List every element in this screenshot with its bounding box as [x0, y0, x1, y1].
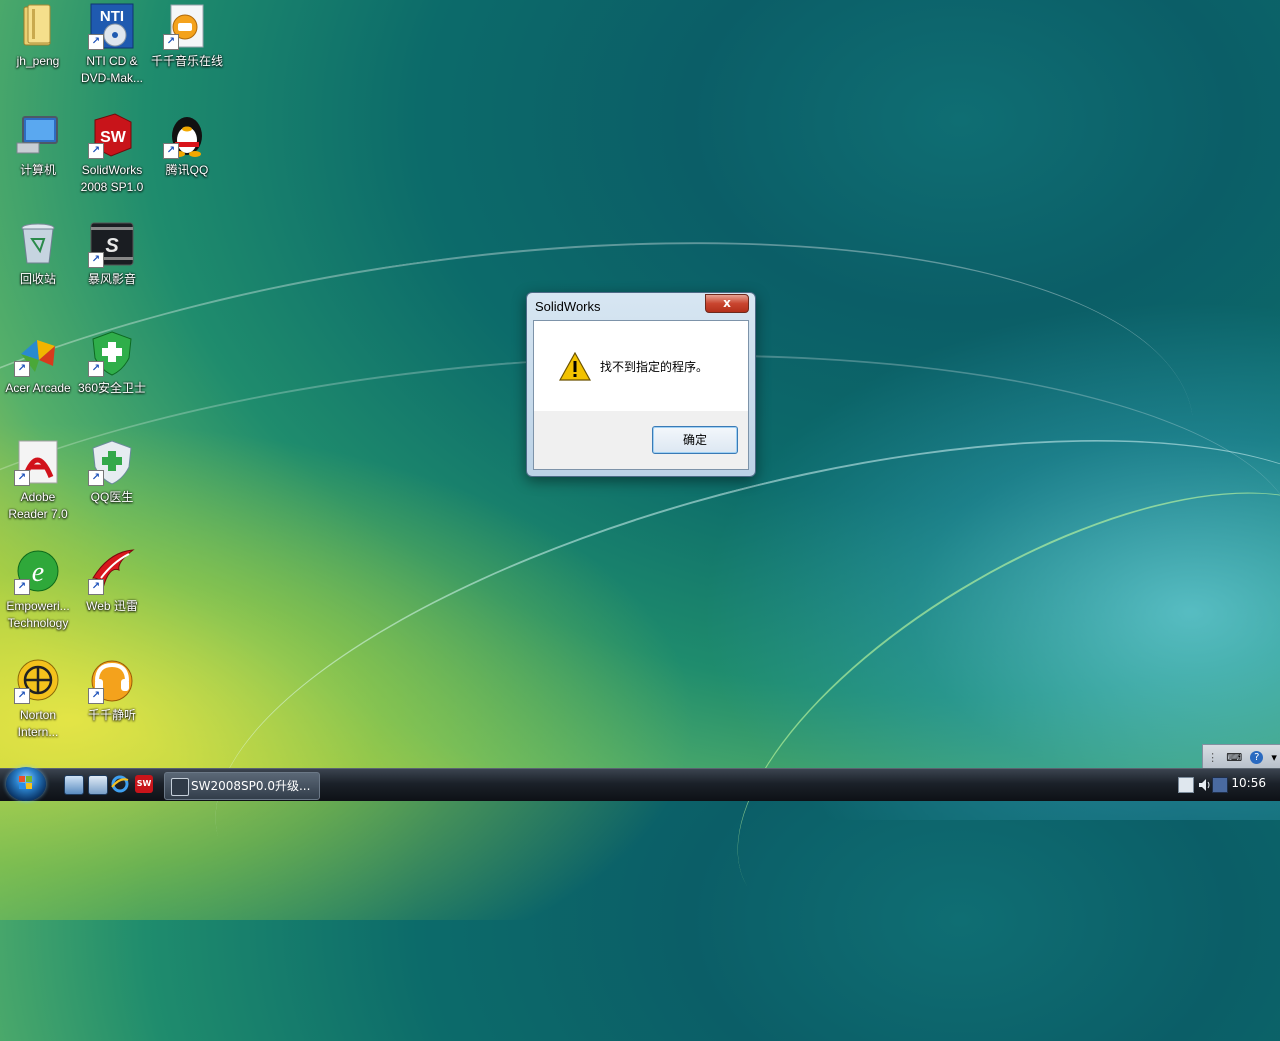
- desktop-icon-recycle-bin[interactable]: 回收站: [0, 220, 76, 288]
- message-dialog: SolidWorks x 找不到指定的程序。 确定: [526, 292, 756, 477]
- qq-penguin-icon: ↗: [163, 111, 211, 159]
- network-icon[interactable]: [1178, 777, 1194, 793]
- desktop-icon-acer-arcade[interactable]: ↗ Acer Arcade: [0, 329, 76, 397]
- desktop-icon-label: NTI CD & DVD-Mak...: [80, 54, 143, 85]
- shortcut-arrow-icon: ↗: [88, 579, 104, 595]
- nti-disc-icon: NTI ↗: [88, 2, 136, 50]
- 360-shield-icon: ↗: [88, 329, 136, 377]
- desktop-icon-nti[interactable]: NTI ↗ NTI CD & DVD-Mak...: [74, 2, 150, 87]
- speaker-icon[interactable]: [1198, 777, 1212, 791]
- close-icon: x: [723, 296, 731, 310]
- desktop-icon-qq[interactable]: ↗ 腾讯QQ: [149, 111, 225, 179]
- dialog-message-area: 找不到指定的程序。: [534, 321, 748, 411]
- shortcut-arrow-icon: ↗: [88, 361, 104, 377]
- taskbar-button-sw2008[interactable]: SW2008SP0.0升级...: [164, 772, 320, 800]
- desktop-icon-label: Empoweri... Technology: [6, 599, 70, 630]
- desktop-icon-label: 回收站: [19, 272, 56, 286]
- desktop-icon-label: Web 迅雷: [86, 599, 138, 613]
- desktop-icon-solidworks[interactable]: SW ↗ SolidWorks 2008 SP1.0: [74, 111, 150, 196]
- shortcut-arrow-icon: ↗: [14, 361, 30, 377]
- taskbar-button-label: SW2008SP0.0升级...: [191, 779, 311, 793]
- desktop-icon-label: jh_peng: [16, 54, 60, 68]
- taskbar: SW SW2008SP0.0升级... 10:56: [0, 767, 1280, 801]
- dialog-message: 找不到指定的程序。: [600, 360, 709, 374]
- dialog-title: SolidWorks: [535, 299, 601, 314]
- storm-player-icon: S ↗: [88, 220, 136, 268]
- shortcut-arrow-icon: ↗: [88, 688, 104, 704]
- chevron-down-icon[interactable]: ▾: [1271, 751, 1277, 764]
- shortcut-arrow-icon: ↗: [88, 143, 104, 159]
- start-button[interactable]: [6, 767, 46, 801]
- solidworks-icon: SW ↗: [88, 111, 136, 159]
- ttplayer-icon: ↗: [88, 656, 136, 704]
- desktop-icon-adobe-reader[interactable]: ↗ Adobe Reader 7.0: [0, 438, 76, 523]
- desktop-icon-360[interactable]: ↗ 360安全卫士: [74, 329, 150, 397]
- svg-text:NTI: NTI: [100, 8, 124, 25]
- notification-icon[interactable]: [1212, 777, 1228, 793]
- desktop-icon-ttplayer[interactable]: ↗ 千千静听: [74, 656, 150, 724]
- desktop-icon-computer[interactable]: 计算机: [0, 111, 76, 179]
- desktop-icon-empowering[interactable]: e ↗ Empoweri... Technology: [0, 547, 76, 632]
- windows-orb-icon: [19, 776, 33, 790]
- desktop-icon-norton[interactable]: ↗ Norton Intern...: [0, 656, 76, 741]
- warning-icon: [558, 351, 592, 382]
- close-button[interactable]: x: [705, 294, 749, 313]
- help-icon[interactable]: ?: [1250, 750, 1264, 764]
- desktop-icon-label: 暴风影音: [87, 272, 136, 286]
- internet-explorer-icon[interactable]: [111, 775, 129, 793]
- thunder-icon: ↗: [88, 547, 136, 595]
- desktop-icon-label: 360安全卫士: [77, 381, 147, 395]
- system-clock[interactable]: 10:56: [1231, 776, 1266, 790]
- shortcut-arrow-icon: ↗: [163, 143, 179, 159]
- desktop-icon-storm-player[interactable]: S ↗ 暴风影音: [74, 220, 150, 288]
- empowering-tech-icon: e ↗: [14, 547, 62, 595]
- user-folder-icon: [14, 2, 62, 50]
- computer-icon: [14, 111, 62, 159]
- shortcut-arrow-icon: ↗: [14, 688, 30, 704]
- desktop-icon-label: 千千静听: [87, 708, 136, 722]
- shortcut-arrow-icon: ↗: [88, 34, 104, 50]
- norton-icon: ↗: [14, 656, 62, 704]
- folder-icon: [171, 778, 189, 796]
- shortcut-arrow-icon: ↗: [14, 579, 30, 595]
- desktop-icon-jh-peng[interactable]: jh_peng: [0, 2, 76, 70]
- desktop-icon-label: Adobe Reader 7.0: [8, 490, 68, 521]
- desktop-icon-label: 计算机: [19, 163, 56, 177]
- svg-text:SW: SW: [100, 129, 127, 146]
- desktop-icon-qq-doctor[interactable]: ↗ QQ医生: [74, 438, 150, 506]
- keyboard-icon[interactable]: ⌨: [1226, 751, 1242, 764]
- grip-icon: ⋮: [1207, 750, 1219, 764]
- dialog-body: 找不到指定的程序。 确定: [533, 320, 749, 470]
- desktop-icon-label: 千千音乐在线: [150, 54, 223, 68]
- switch-windows-icon[interactable]: [88, 775, 108, 795]
- svg-text:e: e: [32, 557, 44, 588]
- desktop-icon-web-thunder[interactable]: ↗ Web 迅雷: [74, 547, 150, 615]
- qq-doctor-icon: ↗: [88, 438, 136, 486]
- shortcut-arrow-icon: ↗: [163, 34, 179, 50]
- desktop-icon-label: QQ医生: [90, 490, 134, 504]
- desktop-icon-music-online[interactable]: ↗ 千千音乐在线: [149, 2, 225, 70]
- language-bar[interactable]: ⋮ ⌨ ? ▾: [1202, 744, 1280, 770]
- adobe-reader-icon: ↗: [14, 438, 62, 486]
- acer-arcade-icon: ↗: [14, 329, 62, 377]
- ok-button[interactable]: 确定: [652, 426, 738, 454]
- desktop-icon-label: Acer Arcade: [5, 381, 71, 395]
- music-online-icon: ↗: [163, 2, 211, 50]
- desktop-icon-label: 腾讯QQ: [165, 163, 209, 177]
- shortcut-arrow-icon: ↗: [88, 252, 104, 268]
- shortcut-arrow-icon: ↗: [88, 470, 104, 486]
- solidworks-icon[interactable]: SW: [135, 775, 153, 793]
- svg-text:S: S: [105, 235, 119, 257]
- desktop-icon-label: Norton Intern...: [17, 708, 59, 739]
- show-desktop-icon[interactable]: [64, 775, 84, 795]
- shortcut-arrow-icon: ↗: [14, 470, 30, 486]
- recycle-bin-icon: [14, 220, 62, 268]
- desktop-icon-label: SolidWorks 2008 SP1.0: [80, 163, 144, 194]
